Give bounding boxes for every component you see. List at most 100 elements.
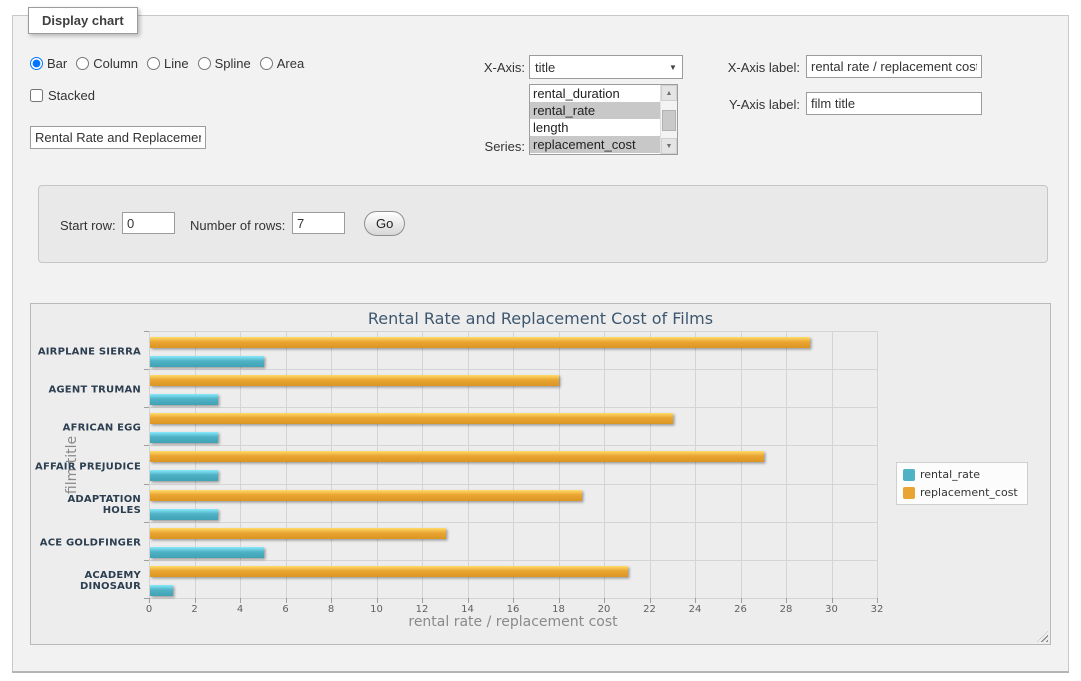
bar-replacement_cost[interactable] (150, 528, 446, 539)
chart-type-group: Bar Column Line Spline Area (30, 56, 304, 71)
gridline-y (149, 445, 877, 446)
bar-replacement_cost[interactable] (150, 566, 628, 577)
series-scrollbar[interactable]: ▲ ▼ (660, 85, 677, 154)
x-tick-mark (832, 598, 833, 603)
category-label: AGENT TRUMAN (31, 385, 141, 396)
chart-type-radio-column[interactable] (76, 57, 89, 70)
x-tick-label: 6 (266, 604, 306, 615)
x-tick-mark (650, 598, 651, 603)
bar-replacement_cost[interactable] (150, 490, 582, 501)
chart-legend: rental_rate replacement_cost (896, 462, 1028, 505)
series-listbox[interactable]: rental_durationrental_ratelengthreplacem… (529, 84, 678, 155)
category-label: ADAPTATION HOLES (31, 494, 141, 516)
y-tick-mark (144, 445, 149, 446)
stacked-label: Stacked (48, 88, 95, 103)
chart-type-area[interactable]: Area (260, 56, 304, 71)
chart-type-radio-bar[interactable] (30, 57, 43, 70)
gridline-x (513, 331, 514, 598)
bar-rental_rate[interactable] (150, 356, 264, 367)
y-tick-mark (144, 522, 149, 523)
bar-rental_rate[interactable] (150, 470, 218, 481)
scrollbar-thumb[interactable] (662, 110, 676, 131)
legend-label: rental_rate (920, 468, 980, 481)
chart-type-column[interactable]: Column (76, 56, 138, 71)
stacked-checkbox-row[interactable]: Stacked (30, 88, 95, 103)
x-axis-title: rental rate / replacement cost (149, 614, 877, 630)
x-axis-label-input[interactable] (806, 55, 982, 78)
chart-type-radio-area[interactable] (260, 57, 273, 70)
x-tick-mark (559, 598, 560, 603)
number-of-rows-label: Number of rows: (190, 218, 285, 233)
chart-type-line[interactable]: Line (147, 56, 189, 71)
legend-swatch-rental_rate (903, 469, 915, 481)
x-tick-label: 10 (357, 604, 397, 615)
x-tick-mark (377, 598, 378, 603)
y-axis-label-input[interactable] (806, 92, 982, 115)
gridline-x (422, 331, 423, 598)
bar-rental_rate[interactable] (150, 585, 173, 596)
chart-type-bar[interactable]: Bar (30, 56, 67, 71)
bar-replacement_cost[interactable] (150, 451, 764, 462)
number-of-rows-input[interactable] (292, 212, 345, 234)
x-tick-mark (240, 598, 241, 603)
gridline-x (604, 331, 605, 598)
y-tick-mark (144, 331, 149, 332)
page: Display chart BarColumnLineSplineArea St… (0, 0, 1081, 681)
gridline-x (832, 331, 833, 598)
bar-rental_rate[interactable] (150, 394, 218, 405)
x-tick-mark (422, 598, 423, 603)
y-axis-label-field-label: Y-Axis label: (690, 97, 800, 112)
x-tick-mark (286, 598, 287, 603)
bar-replacement_cost[interactable] (150, 375, 559, 386)
gridline-y (149, 331, 877, 332)
x-tick-mark (149, 598, 150, 603)
gridline-x (786, 331, 787, 598)
go-button[interactable]: Go (364, 211, 405, 236)
bar-replacement_cost[interactable] (150, 337, 810, 348)
gridline-x (650, 331, 651, 598)
fieldset-bottom-border (12, 671, 1069, 673)
chart-title-input[interactable] (30, 126, 206, 149)
resize-handle-icon[interactable] (1037, 631, 1048, 642)
x-tick-label: 22 (630, 604, 670, 615)
x-tick-mark (877, 598, 878, 603)
x-tick-mark (513, 598, 514, 603)
x-tick-label: 4 (220, 604, 260, 615)
legend-item-rental_rate[interactable]: rental_rate (903, 468, 1018, 481)
bar-rental_rate[interactable] (150, 432, 218, 443)
gridline-x (286, 331, 287, 598)
x-tick-label: 32 (857, 604, 897, 615)
x-tick-label: 28 (766, 604, 806, 615)
scroll-up-icon[interactable]: ▲ (661, 85, 677, 101)
stacked-checkbox[interactable] (30, 89, 43, 102)
chart-type-radio-spline[interactable] (198, 57, 211, 70)
x-tick-label: 24 (675, 604, 715, 615)
start-row-input[interactable] (122, 212, 175, 234)
scroll-down-icon[interactable]: ▼ (661, 138, 677, 154)
gridline-x (741, 331, 742, 598)
series-option-rental_rate[interactable]: rental_rate (530, 102, 660, 119)
x-axis-label-field-label: X-Axis label: (690, 60, 800, 75)
x-axis-select[interactable]: title ▼ (529, 55, 683, 79)
legend-swatch-replacement_cost (903, 487, 915, 499)
chart-type-label: Line (164, 56, 189, 71)
category-label: ACADEMY DINOSAUR (31, 570, 141, 592)
gridline-x (877, 331, 878, 598)
x-tick-label: 8 (311, 604, 351, 615)
bar-rental_rate[interactable] (150, 509, 218, 520)
chart-type-radio-line[interactable] (147, 57, 160, 70)
y-tick-mark (144, 407, 149, 408)
series-option-rental_duration[interactable]: rental_duration (530, 85, 660, 102)
chart-type-spline[interactable]: Spline (198, 56, 251, 71)
category-label: ACE GOLDFINGER (31, 537, 141, 548)
start-row-label: Start row: (60, 218, 116, 233)
series-option-replacement_cost[interactable]: replacement_cost (530, 136, 660, 153)
series-option-length[interactable]: length (530, 119, 660, 136)
select-dropdown-arrow-icon: ▼ (664, 63, 682, 72)
legend-item-replacement_cost[interactable]: replacement_cost (903, 486, 1018, 499)
category-label: AFRICAN EGG (31, 423, 141, 434)
gridline-y (149, 560, 877, 561)
y-tick-mark (144, 560, 149, 561)
bar-replacement_cost[interactable] (150, 413, 673, 424)
bar-rental_rate[interactable] (150, 547, 264, 558)
